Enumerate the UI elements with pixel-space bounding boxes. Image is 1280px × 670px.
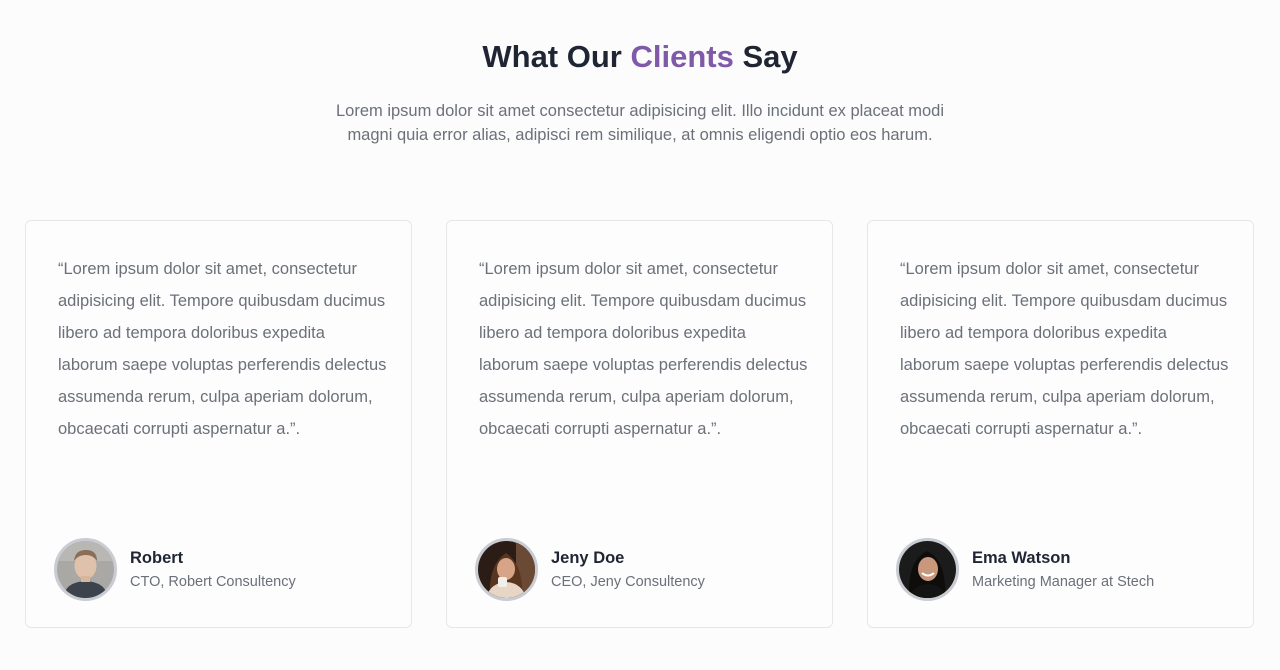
- testimonial-quote: “Lorem ipsum dolor sit amet, consectetur…: [58, 260, 387, 438]
- testimonial-role: Marketing Manager at Stech: [972, 574, 1155, 590]
- avatar: [475, 538, 538, 601]
- avatar-man-portrait-icon: [57, 541, 114, 598]
- avatar: [896, 538, 959, 601]
- avatar-woman-portrait-icon: [478, 541, 535, 598]
- section-title-pre: What Our: [482, 39, 631, 74]
- section-title: What Our Clients Say: [0, 36, 1280, 78]
- testimonial-card: “Lorem ipsum dolor sit amet, consectetur…: [446, 220, 833, 628]
- testimonial-name: Jeny Doe: [551, 549, 625, 567]
- avatar: [54, 538, 117, 601]
- testimonial-quote: “Lorem ipsum dolor sit amet, consectetur…: [479, 260, 808, 438]
- testimonial-card: “Lorem ipsum dolor sit amet, consectetur…: [25, 220, 412, 628]
- section-title-accent: Clients: [630, 39, 734, 74]
- avatar-woman-portrait-icon: [899, 541, 956, 598]
- section-intro: Lorem ipsum dolor sit amet consectetur a…: [335, 102, 945, 144]
- testimonial-name: Robert: [130, 549, 184, 567]
- section-title-post: Say: [733, 39, 798, 74]
- testimonials-section: What Our Clients Say Lorem ipsum dolor s…: [0, 0, 1280, 670]
- testimonial-quote: “Lorem ipsum dolor sit amet, consectetur…: [900, 260, 1229, 438]
- testimonial-role: CEO, Jeny Consultency: [551, 574, 705, 590]
- testimonial-role: CTO, Robert Consultency: [130, 574, 296, 590]
- testimonial-name: Ema Watson: [972, 549, 1071, 567]
- testimonial-card: “Lorem ipsum dolor sit amet, consectetur…: [867, 220, 1254, 628]
